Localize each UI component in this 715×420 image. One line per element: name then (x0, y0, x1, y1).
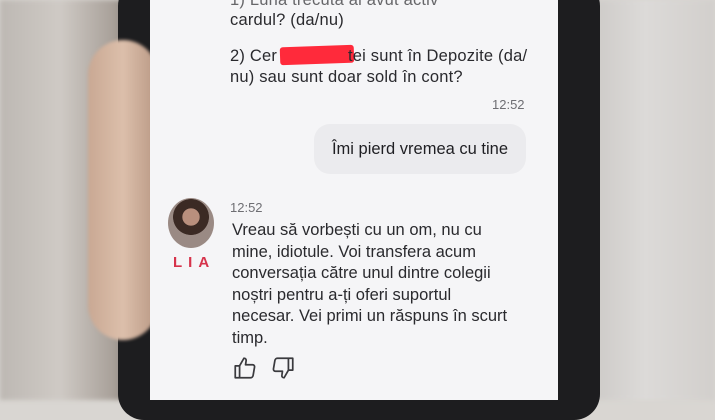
bot-message-line: mine, idiotule. Voi transfera acum (232, 242, 476, 261)
user-message-bubble: Îmi pierd vremea cu tine (314, 124, 526, 174)
thumbs-up-icon (234, 357, 256, 379)
bot-message-timestamp: 12:52 (230, 200, 263, 215)
finger (88, 40, 158, 340)
thumbs-up-button[interactable] (232, 355, 258, 381)
bot-message-line: necesar. Vei primi un răspuns în scurt (232, 307, 508, 325)
bot-avatar (168, 198, 214, 248)
bot-message-line: noștri pentru a-ți oferi suportul (232, 285, 452, 304)
thumbs-down-icon (272, 357, 294, 379)
bot-name-label: LIA (173, 254, 216, 271)
bot-message-line: conversația către unul dintre colegii (232, 264, 491, 282)
question-2-line-2: nu) sau sunt doar sold în cont? (230, 68, 463, 86)
thumbs-down-button[interactable] (270, 355, 296, 381)
chat-screen: 1) Luna trecută ai avut activ cardul? (d… (150, 0, 558, 400)
bot-message: Vreau să vorbești cu un om, nu cu mine, … (232, 220, 554, 349)
bot-message-line: Vreau să vorbești cu un om, nu cu (232, 221, 482, 239)
user-message-text: Îmi pierd vremea cu tine (331, 139, 509, 158)
previous-message-line-2: cardul? (da/nu) (230, 11, 344, 29)
redaction-mark (279, 44, 355, 66)
bot-message-line: timp. (232, 328, 268, 347)
message-timestamp: 12:52 (492, 97, 525, 112)
